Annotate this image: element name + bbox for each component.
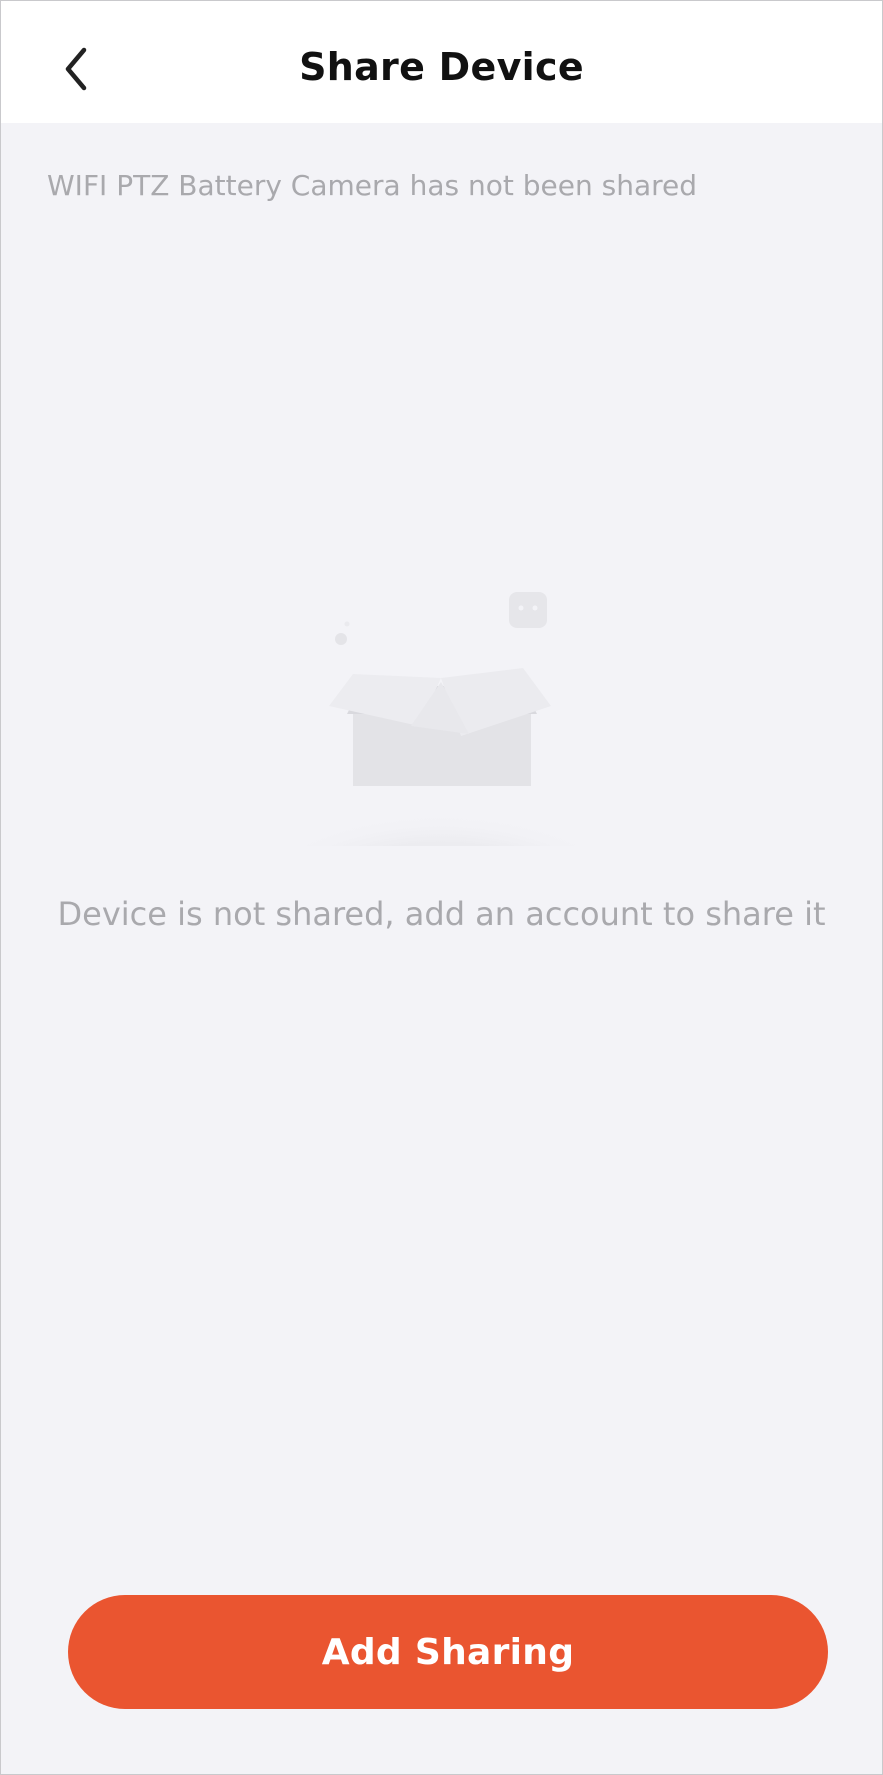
add-sharing-button[interactable]: Add Sharing <box>68 1595 828 1709</box>
page-title: Share Device <box>299 45 584 89</box>
device-share-status: WIFI PTZ Battery Camera has not been sha… <box>47 169 698 202</box>
empty-state-message: Device is not shared, add an account to … <box>57 895 826 933</box>
top-app-bar: Share Device <box>1 1 882 123</box>
empty-box-icon <box>281 592 601 846</box>
share-device-screen: Share Device WIFI PTZ Battery Camera has… <box>0 0 883 1775</box>
